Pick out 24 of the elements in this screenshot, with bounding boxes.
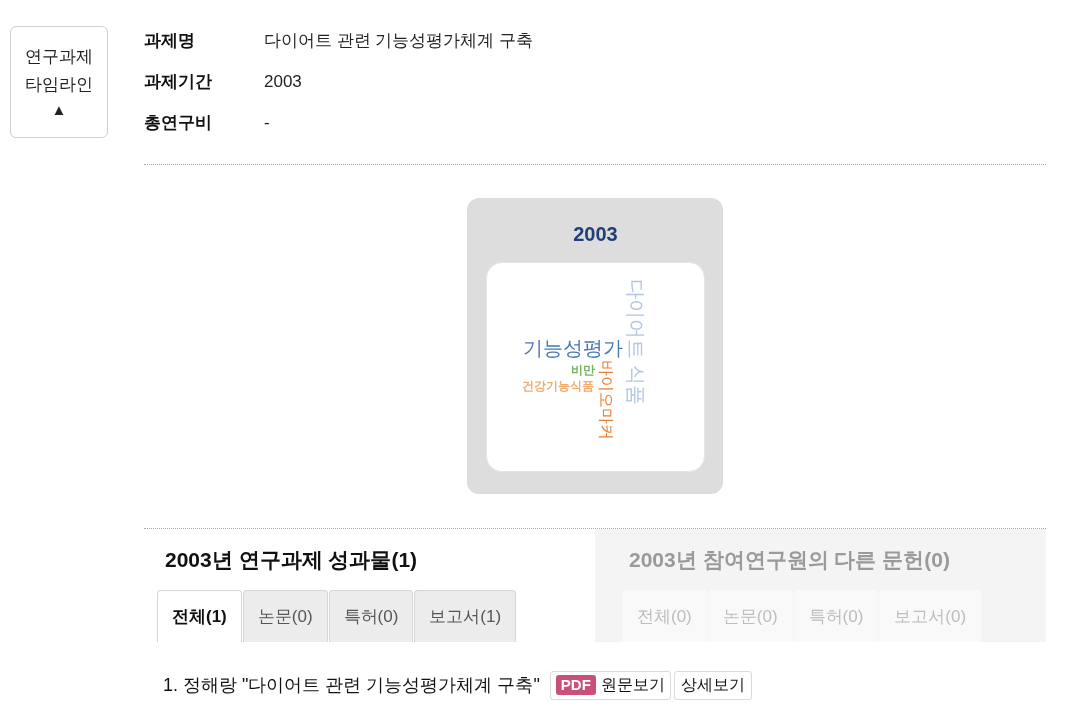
word-cloud-word: 바이오마커: [597, 360, 616, 440]
word-cloud-year: 2003: [572, 222, 619, 246]
field-label: 총연구비: [144, 111, 213, 134]
field-value: 2003: [264, 70, 302, 93]
field-value: -: [264, 111, 270, 134]
word-cloud-word: 비만: [571, 363, 595, 377]
field-label: 과제기간: [144, 70, 213, 93]
field-label: 과제명: [144, 29, 196, 52]
word-cloud-word: 기능성평가: [523, 337, 623, 359]
pdf-badge: PDF: [555, 675, 596, 695]
timeline-toggle-label: 연구과제 타임라인: [24, 46, 94, 96]
field-value: 다이어트 관련 기능성평가체계 구축: [264, 29, 534, 52]
timeline-toggle-button[interactable]: 연구과제 타임라인 ▲: [10, 26, 108, 138]
result-citation: 1. 정해랑 "다이어트 관련 기능성평가체계 구축": [163, 673, 540, 697]
tab[interactable]: 보고서(1): [414, 590, 517, 642]
word-cloud-word: 건강기능식품: [522, 379, 594, 393]
tab[interactable]: 특허(0): [328, 590, 414, 642]
tab[interactable]: 논문(0): [242, 590, 328, 642]
tab[interactable]: 전체(1): [157, 590, 242, 642]
up-arrow-icon: ▲: [51, 99, 67, 121]
word-cloud-word: 다이어트 식품: [625, 279, 647, 405]
view-details-button[interactable]: 상세보기: [673, 670, 752, 700]
view-original-button[interactable]: PDF 원문보기: [549, 670, 671, 700]
section-title[interactable]: 2003년 연구과제 성과물(1): [157, 545, 595, 575]
